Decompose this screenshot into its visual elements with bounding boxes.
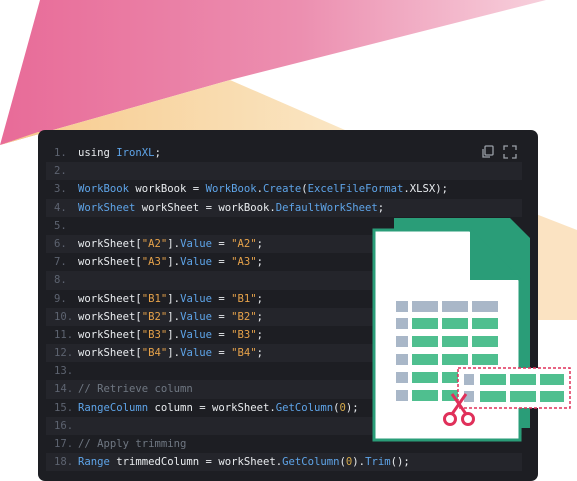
code-token: = <box>211 237 232 250</box>
code-token: workSheet[ <box>78 292 142 305</box>
line-number: 18. <box>54 456 74 469</box>
code-token: ]. <box>167 256 181 269</box>
code-token: ; <box>256 256 263 269</box>
code-token: "B4" <box>231 347 257 360</box>
code-token: "B2" <box>141 310 168 323</box>
code-token: = <box>211 310 232 323</box>
code-token: Create <box>263 183 302 196</box>
code-token: // Apply trimming <box>78 438 187 450</box>
spreadsheet-trim-icon <box>372 218 571 442</box>
code-token: "B4" <box>141 347 168 360</box>
line-number: 4. <box>54 201 67 214</box>
code-token: ]. <box>167 237 181 250</box>
line-number: 11. <box>54 328 74 341</box>
code-token: WorkBook <box>205 183 257 196</box>
line-number: 1. <box>54 147 67 159</box>
code-token: "B3" <box>141 328 168 341</box>
code-token: .XLSX); <box>403 183 448 196</box>
code-token: column = workSheet. <box>148 401 276 414</box>
code-token: ; <box>256 292 263 305</box>
line-number: 15. <box>54 401 74 414</box>
code-token: "B2" <box>231 310 257 323</box>
code-token: // Retrieve column <box>78 383 193 396</box>
line-number: 13. <box>54 365 74 378</box>
code-token: WorkSheet <box>78 201 136 214</box>
code-token: Value <box>180 310 212 323</box>
code-line: 3. WorkBook workBook = WorkBook.Create(Ex… <box>46 180 522 198</box>
code-token: Value <box>180 328 212 341</box>
code-token: workBook = <box>129 183 206 196</box>
code-token: RangeColumn <box>78 401 149 414</box>
line-number: 3. <box>54 183 67 196</box>
line-number: 10. <box>54 310 74 323</box>
code-token: ]. <box>167 292 181 305</box>
code-token: workSheet[ <box>78 347 142 360</box>
code-token: Value <box>180 256 212 269</box>
code-token: Value <box>180 292 212 305</box>
code-token: ; <box>256 237 263 250</box>
code-token: workSheet[ <box>78 237 142 250</box>
code-token: ]. <box>167 347 181 360</box>
code-token: "B1" <box>141 292 168 305</box>
trim-selection <box>457 367 571 409</box>
code-line: 2. <box>46 162 522 181</box>
code-token: "B1" <box>231 292 257 305</box>
code-token: "B3" <box>231 328 257 341</box>
code-token: GetColumn <box>275 401 334 414</box>
code-token: workSheet[ <box>78 310 142 323</box>
code-line: 1. using IronXL; <box>46 144 522 162</box>
line-number: 16. <box>54 419 74 432</box>
line-number: 2. <box>54 165 67 178</box>
line-number: 5. <box>54 219 67 232</box>
code-token: ; <box>256 328 263 341</box>
code-token: WorkBook <box>78 183 130 196</box>
code-token: ; <box>256 310 263 323</box>
code-token: workSheet[ <box>78 328 142 341</box>
code-token: = <box>211 256 232 269</box>
code-token: "A3" <box>141 256 168 269</box>
code-token: IronXL <box>116 147 155 159</box>
code-token: "A2" <box>231 237 257 250</box>
code-token: "A2" <box>141 237 168 250</box>
code-token: trimmedColumn = workSheet. <box>109 456 283 469</box>
code-token: ]. <box>167 328 181 341</box>
code-token: Value <box>180 237 212 250</box>
line-number: 14. <box>54 383 74 396</box>
code-token: workSheet = workBook. <box>135 201 276 214</box>
code-token: = <box>211 328 232 341</box>
code-token: = <box>211 347 232 360</box>
line-number: 9. <box>54 292 67 305</box>
code-token: ; <box>256 347 263 360</box>
line-number: 17. <box>54 438 74 450</box>
code-token: using <box>78 147 117 159</box>
code-token: = <box>211 292 232 305</box>
code-token: Value <box>180 347 212 360</box>
code-token: Range <box>78 456 110 469</box>
line-number: 7. <box>54 256 67 269</box>
code-token: GetColumn <box>282 456 340 469</box>
code-token: "A3" <box>231 256 257 269</box>
code-token: workSheet[ <box>78 256 142 269</box>
line-number: 12. <box>54 347 74 360</box>
code-token: ; <box>154 147 161 159</box>
code-token: ); <box>345 401 359 414</box>
line-number: 6. <box>54 237 67 250</box>
code-token: ]. <box>167 310 181 323</box>
line-number: 8. <box>54 274 67 287</box>
code-token: ExcelFileFormat <box>307 183 404 196</box>
